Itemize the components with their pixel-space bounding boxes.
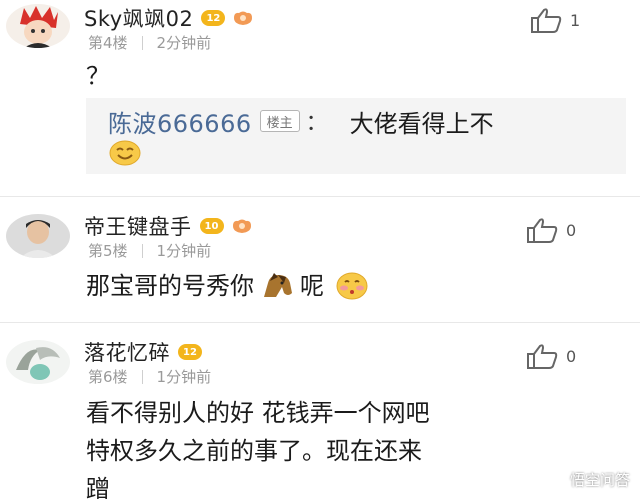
avatar[interactable] bbox=[6, 4, 70, 48]
comment-feed: Sky飒飒02 12 第4楼 2分钟前 1 ？ 陈波666666 楼主 ： 大佬… bbox=[0, 0, 640, 500]
shy-emoji-icon bbox=[336, 272, 368, 300]
owner-badge: 楼主 bbox=[259, 110, 300, 132]
avatar[interactable] bbox=[6, 340, 70, 384]
comment-body: 看不得别人的好 花钱弄一个网吧 特权多久之前的事了。现在还来 蹭 bbox=[86, 394, 430, 500]
level-badge: 12 bbox=[201, 10, 226, 26]
like-button[interactable]: 1 bbox=[528, 6, 580, 34]
smile-emoji-icon bbox=[109, 140, 141, 166]
username[interactable]: 落花忆碎 bbox=[84, 337, 170, 367]
comment-meta: 第4楼 2分钟前 bbox=[88, 32, 211, 53]
comment-text-line: 蹭 bbox=[86, 475, 110, 500]
comment-meta: 第5楼 1分钟前 bbox=[88, 240, 211, 261]
comment-text-line: 特权多久之前的事了。现在还来 bbox=[86, 437, 422, 465]
fan-badge-icon bbox=[234, 11, 253, 25]
comment-item: Sky飒飒02 12 第4楼 2分钟前 1 ？ 陈波666666 楼主 ： 大佬… bbox=[0, 0, 640, 192]
comment-text-tail: 呢 bbox=[300, 272, 324, 300]
comment-body: 那宝哥的号秀你 呢 bbox=[86, 268, 370, 304]
author-row: Sky飒飒02 12 bbox=[84, 4, 255, 32]
quoted-author[interactable]: 陈波666666 bbox=[108, 104, 252, 139]
horse-emoji-icon bbox=[264, 273, 292, 297]
quote-line: 陈波666666 楼主 ： 大佬看得上不 bbox=[108, 104, 494, 138]
author-row: 帝王键盘手 10 bbox=[84, 212, 254, 240]
comment-text-line: 看不得别人的好 花钱弄一个网吧 bbox=[86, 399, 430, 427]
post-time: 1分钟前 bbox=[156, 242, 212, 260]
thumbs-up-icon bbox=[527, 344, 558, 369]
quoted-text: 大佬看得上不 bbox=[349, 109, 494, 138]
thumbs-up-icon bbox=[527, 218, 558, 243]
quoted-reply: 陈波666666 楼主 ： 大佬看得上不 bbox=[86, 98, 626, 174]
level-badge: 12 bbox=[178, 344, 202, 360]
comment-divider bbox=[0, 322, 640, 323]
comment-text: 那宝哥的号秀你 bbox=[86, 272, 254, 300]
meta-divider bbox=[141, 35, 143, 50]
watermark: 悟空问答 bbox=[539, 466, 630, 492]
like-button[interactable]: 0 bbox=[524, 342, 576, 370]
floor-number: 第4楼 bbox=[88, 34, 128, 52]
comment-item: 帝王键盘手 10 第5楼 1分钟前 0 那宝哥的号秀你 呢 bbox=[0, 198, 640, 320]
meta-divider bbox=[141, 243, 143, 258]
watermark-text: 悟空问答 bbox=[569, 470, 630, 489]
post-time: 2分钟前 bbox=[156, 34, 212, 52]
comment-divider bbox=[0, 196, 640, 197]
comment-text: ？ bbox=[86, 62, 110, 90]
avatar[interactable] bbox=[6, 214, 70, 258]
like-count: 0 bbox=[566, 346, 577, 366]
thumbs-up-icon bbox=[531, 8, 562, 33]
floor-number: 第5楼 bbox=[88, 242, 128, 260]
like-button[interactable]: 0 bbox=[524, 216, 576, 244]
level-badge: 10 bbox=[199, 218, 224, 234]
meta-divider bbox=[141, 369, 143, 384]
comment-meta: 第6楼 1分钟前 bbox=[88, 366, 211, 387]
floor-number: 第6楼 bbox=[88, 368, 128, 386]
username[interactable]: 帝王键盘手 bbox=[84, 211, 192, 241]
fan-badge-icon bbox=[232, 219, 251, 233]
author-row: 落花忆碎 12 bbox=[84, 338, 202, 366]
like-count: 1 bbox=[570, 10, 581, 30]
username[interactable]: Sky飒飒02 bbox=[84, 3, 193, 33]
quote-colon: ： bbox=[305, 111, 328, 136]
wukong-logo-icon bbox=[539, 466, 566, 492]
post-time: 1分钟前 bbox=[156, 368, 212, 386]
like-count: 0 bbox=[566, 220, 577, 240]
